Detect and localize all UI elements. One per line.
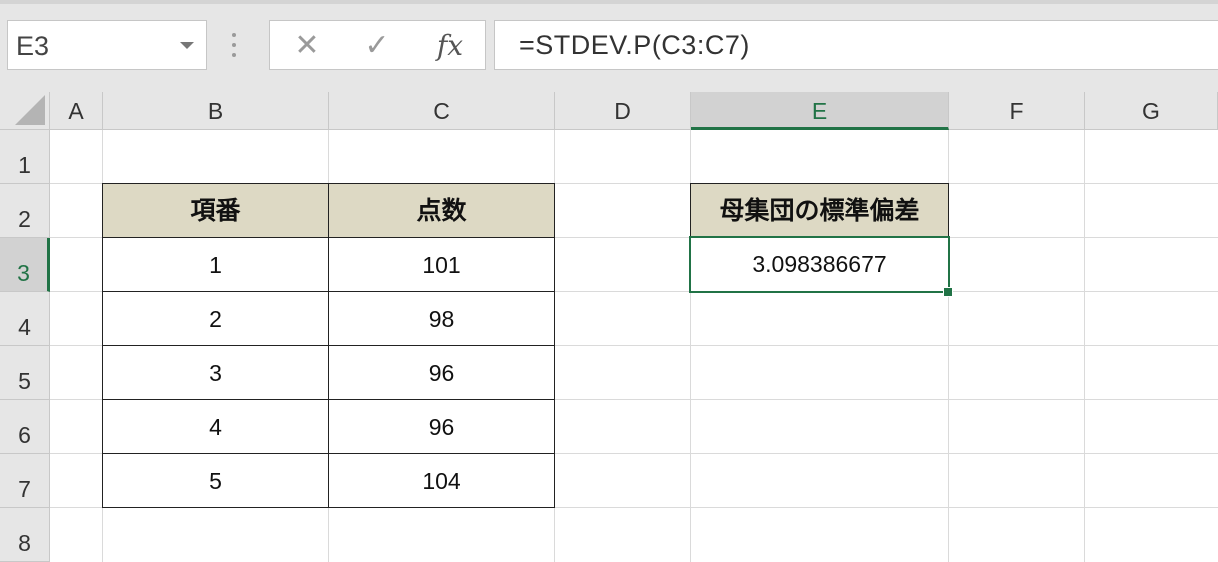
- table-cell-score[interactable]: 101: [328, 237, 555, 292]
- select-all-icon: [15, 95, 45, 125]
- chevron-down-icon[interactable]: [180, 42, 194, 49]
- column-header-c[interactable]: C: [329, 92, 555, 130]
- row-header-3[interactable]: 3: [0, 238, 50, 292]
- gridline: [1084, 130, 1085, 562]
- row-header-5[interactable]: 5: [0, 346, 50, 400]
- table-cell-number[interactable]: 5: [102, 453, 329, 508]
- column-header-g[interactable]: G: [1085, 92, 1218, 130]
- table-cell-score[interactable]: 96: [328, 399, 555, 454]
- row-header-4[interactable]: 4: [0, 292, 50, 346]
- active-cell-e3[interactable]: 3.098386677: [689, 236, 950, 293]
- name-box[interactable]: E3: [7, 20, 207, 70]
- table-cell-score[interactable]: 98: [328, 291, 555, 346]
- worksheet-grid[interactable]: A B C D E F G 1 2 3 4 5 6 7 8 項番 点数 1 10…: [0, 92, 1218, 562]
- column-header-e[interactable]: E: [691, 92, 949, 130]
- formula-buttons: ✕ ✓ fx: [269, 20, 486, 70]
- row-header-2[interactable]: 2: [0, 184, 50, 238]
- table-header-number[interactable]: 項番: [102, 183, 329, 238]
- table-cell-score[interactable]: 104: [328, 453, 555, 508]
- column-header-b[interactable]: B: [103, 92, 329, 130]
- row-header-7[interactable]: 7: [0, 454, 50, 508]
- table-header-score[interactable]: 点数: [328, 183, 555, 238]
- table-cell-number[interactable]: 3: [102, 345, 329, 400]
- formula-bar: E3 ✕ ✓ fx =STDEV.P(C3:C7): [0, 0, 1218, 92]
- column-header-a[interactable]: A: [50, 92, 103, 130]
- name-box-value: E3: [16, 31, 50, 61]
- table-cell-score[interactable]: 96: [328, 345, 555, 400]
- ribbon-edge: [0, 0, 1218, 4]
- column-header-f[interactable]: F: [949, 92, 1085, 130]
- table-cell-number[interactable]: 2: [102, 291, 329, 346]
- select-all-button[interactable]: [0, 92, 50, 130]
- result-header[interactable]: 母集団の標準偏差: [690, 183, 949, 238]
- enter-icon[interactable]: ✓: [362, 27, 392, 65]
- drag-grip-icon[interactable]: [232, 33, 236, 57]
- insert-function-icon[interactable]: fx: [430, 27, 470, 65]
- formula-input[interactable]: =STDEV.P(C3:C7): [494, 20, 1218, 70]
- fill-handle[interactable]: [943, 287, 953, 297]
- table-cell-number[interactable]: 1: [102, 237, 329, 292]
- row-header-1[interactable]: 1: [0, 130, 50, 184]
- row-header-8[interactable]: 8: [0, 508, 50, 562]
- cancel-icon[interactable]: ✕: [292, 27, 322, 65]
- table-cell-number[interactable]: 4: [102, 399, 329, 454]
- row-header-6[interactable]: 6: [0, 400, 50, 454]
- formula-text: =STDEV.P(C3:C7): [519, 30, 750, 60]
- column-header-d[interactable]: D: [555, 92, 691, 130]
